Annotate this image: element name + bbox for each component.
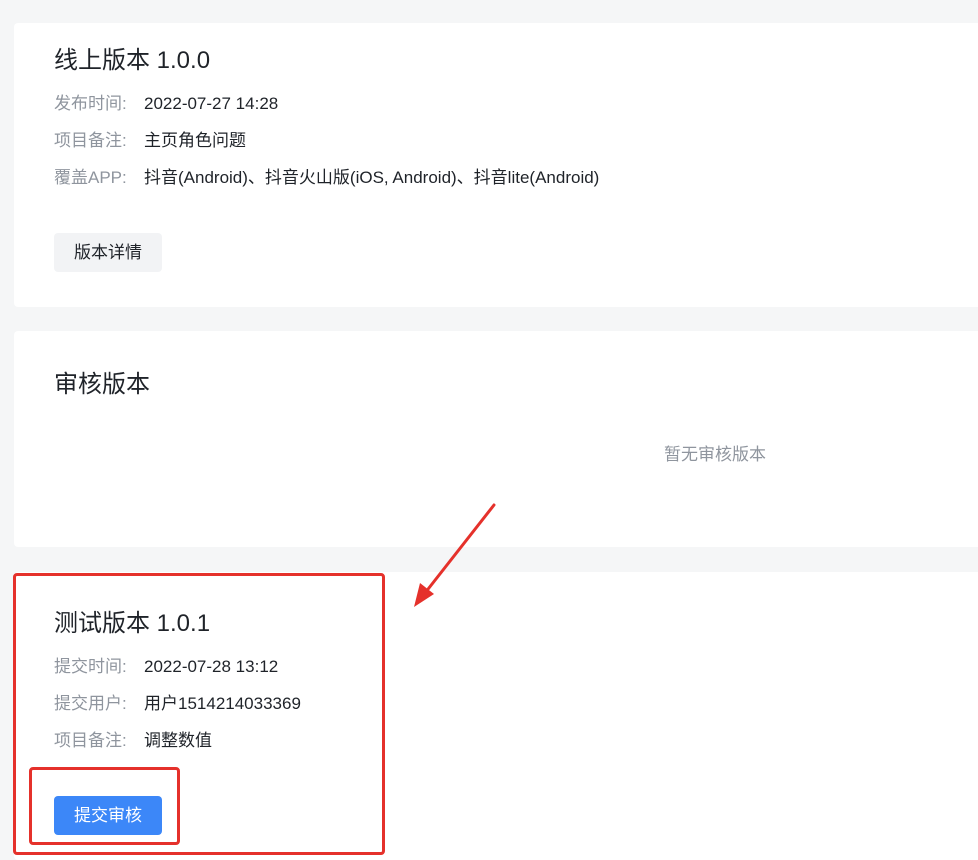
review-version-card: 审核版本 暂无审核版本 (14, 331, 978, 547)
online-version-card: 线上版本 1.0.0 发布时间: 2022-07-27 14:28 项目备注: 主页… (14, 23, 978, 307)
online-apps-row: 覆盖APP: 抖音(Android)、抖音火山版(iOS, Android)、抖音… (54, 166, 599, 190)
submit-user-label: 提交用户: (54, 694, 127, 713)
review-empty-text: 暂无审核版本 (664, 445, 766, 464)
test-submit-user-row: 提交用户: 用户1514214033369 (54, 692, 301, 716)
online-version-title: 线上版本 1.0.0 (54, 47, 211, 74)
release-time-label: 发布时间: (54, 94, 127, 113)
test-remark-value: 调整数值 (144, 731, 212, 750)
submit-user-value: 用户1514214033369 (144, 694, 301, 713)
submit-review-button[interactable]: 提交审核 (54, 796, 162, 835)
test-version-title: 测试版本 1.0.1 (54, 610, 211, 637)
submit-time-value: 2022-07-28 13:12 (144, 657, 279, 676)
test-remark-label: 项目备注: (54, 731, 127, 750)
review-version-title: 审核版本 (54, 371, 150, 398)
submit-time-label: 提交时间: (54, 657, 127, 676)
release-time-value: 2022-07-27 14:28 (144, 94, 279, 113)
online-remark-row: 项目备注: 主页角色问题 (54, 129, 246, 153)
test-submit-time-row: 提交时间: 2022-07-28 13:12 (54, 655, 278, 679)
test-version-card: 测试版本 1.0.1 提交时间: 2022-07-28 13:12 提交用户: 用户… (14, 572, 978, 860)
test-remark-row: 项目备注: 调整数值 (54, 729, 212, 753)
remark-label: 项目备注: (54, 131, 127, 150)
remark-value: 主页角色问题 (144, 131, 246, 150)
online-release-time-row: 发布时间: 2022-07-27 14:28 (54, 92, 278, 116)
apps-value: 抖音(Android)、抖音火山版(iOS, Android)、抖音lite(A… (144, 168, 600, 187)
version-details-button[interactable]: 版本详情 (54, 233, 162, 272)
apps-label: 覆盖APP: (54, 168, 127, 187)
